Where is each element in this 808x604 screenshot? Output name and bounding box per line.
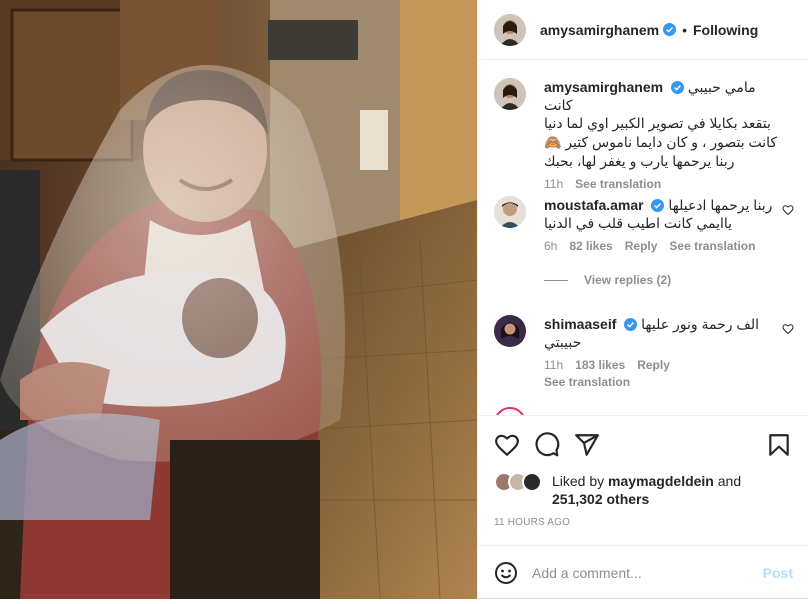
divider (544, 279, 568, 281)
comment-text: حبيبتي (544, 333, 784, 352)
next-comment-avatar (494, 407, 526, 415)
header-separator: • (682, 21, 687, 38)
comment-text-line: الف رحمة ونور عليها (641, 316, 760, 332)
post-actions: Liked by maymagdeldein and 251,302 other… (478, 415, 808, 565)
view-replies-label: View replies (2) (584, 273, 672, 287)
comment-username[interactable]: shimaaseif (544, 316, 616, 332)
comment-text-line: كانت بتصور ، و كان دايما ناموس كتير 🙈 (544, 134, 778, 150)
photo-image (0, 0, 477, 599)
liked-by-prefix: Liked by (552, 473, 605, 489)
liked-by-conj: and (717, 473, 742, 489)
post-header: amysamirghanem • Following (478, 0, 808, 60)
post-comment-button[interactable]: Post (763, 565, 793, 581)
comment-time[interactable]: 11h (544, 358, 563, 372)
verified-icon (670, 81, 684, 94)
liker-avatars (494, 472, 542, 494)
comment-time[interactable]: 11h (544, 177, 563, 191)
bookmark-icon[interactable] (766, 432, 792, 458)
like-comment-heart-icon[interactable] (782, 204, 794, 216)
comment-text: ياايمي كانت اطيب قلب في الدنيا (544, 214, 784, 233)
comment-likes[interactable]: 183 likes (575, 358, 625, 372)
post-photo[interactable] (0, 0, 477, 599)
reply-button[interactable]: Reply (637, 358, 670, 372)
avatar[interactable] (522, 472, 542, 492)
comment-meta: See translation (544, 375, 784, 389)
see-translation-button[interactable]: See translation (669, 239, 755, 253)
comment-username[interactable]: moustafa.amar (544, 197, 644, 213)
post-sidebar: amysamirghanem • Following amysamirghane… (477, 0, 808, 599)
see-translation-button[interactable]: See translation (575, 177, 661, 191)
following-button[interactable]: Following (693, 22, 758, 38)
avatar[interactable] (494, 315, 526, 347)
comment-text: بتقعد بكايلا في تصوير الكبير اوي لما دني… (544, 114, 784, 171)
post-author-username[interactable]: amysamirghanem (540, 22, 659, 38)
post-modal: amysamirghanem • Following amysamirghane… (0, 0, 808, 599)
comment-meta: 6h 82 likes Reply See translation (544, 239, 784, 253)
comment-username[interactable]: amysamirghanem (544, 79, 663, 95)
avatar[interactable] (494, 78, 526, 110)
see-translation-button[interactable]: See translation (544, 375, 630, 389)
comment-text-line: حبيبتي (544, 334, 582, 350)
post-timestamp[interactable]: 11 HOURS AGO (494, 517, 570, 528)
comment-icon[interactable] (534, 432, 560, 458)
share-icon[interactable] (574, 432, 600, 458)
comment-meta: 11h See translation (544, 177, 784, 191)
reply-button[interactable]: Reply (625, 239, 658, 253)
verified-icon (651, 199, 665, 212)
add-comment-bar: Post (478, 545, 808, 599)
liked-by-text: Liked by maymagdeldein and 251,302 other… (552, 472, 772, 508)
add-comment-input[interactable] (532, 564, 752, 581)
like-comment-heart-icon[interactable] (782, 323, 794, 335)
verified-icon (663, 23, 677, 36)
comment-meta: 11h 183 likes Reply (544, 358, 784, 372)
comment-text-line: ياايمي كانت اطيب قلب في الدنيا (544, 215, 733, 231)
verified-icon (624, 318, 638, 331)
heart-icon[interactable] (494, 432, 520, 458)
view-replies-button[interactable]: View replies (2) (544, 273, 671, 287)
comment-text-line: بتقعد بكايلا في تصوير الكبير اوي لما دني… (544, 115, 771, 131)
comment-time[interactable]: 6h (544, 239, 557, 253)
liked-by: Liked by maymagdeldein and 251,302 other… (494, 472, 772, 508)
liker-username[interactable]: maymagdeldein (608, 473, 714, 489)
avatar[interactable] (494, 13, 526, 46)
comment-likes[interactable]: 82 likes (569, 239, 612, 253)
emoji-icon[interactable] (494, 561, 518, 585)
likes-count-button[interactable]: 251,302 others (552, 490, 772, 508)
comments-list[interactable]: amysamirghanem مامي حبيبي كانت بتقعد بكا… (478, 61, 808, 415)
avatar[interactable] (494, 196, 526, 228)
comment-text-line: ربنا يرحمها ادعيلها (668, 197, 773, 213)
comment-text-line: ربنا يرحمها يارب و يغفر لها، بحبك (544, 153, 735, 169)
